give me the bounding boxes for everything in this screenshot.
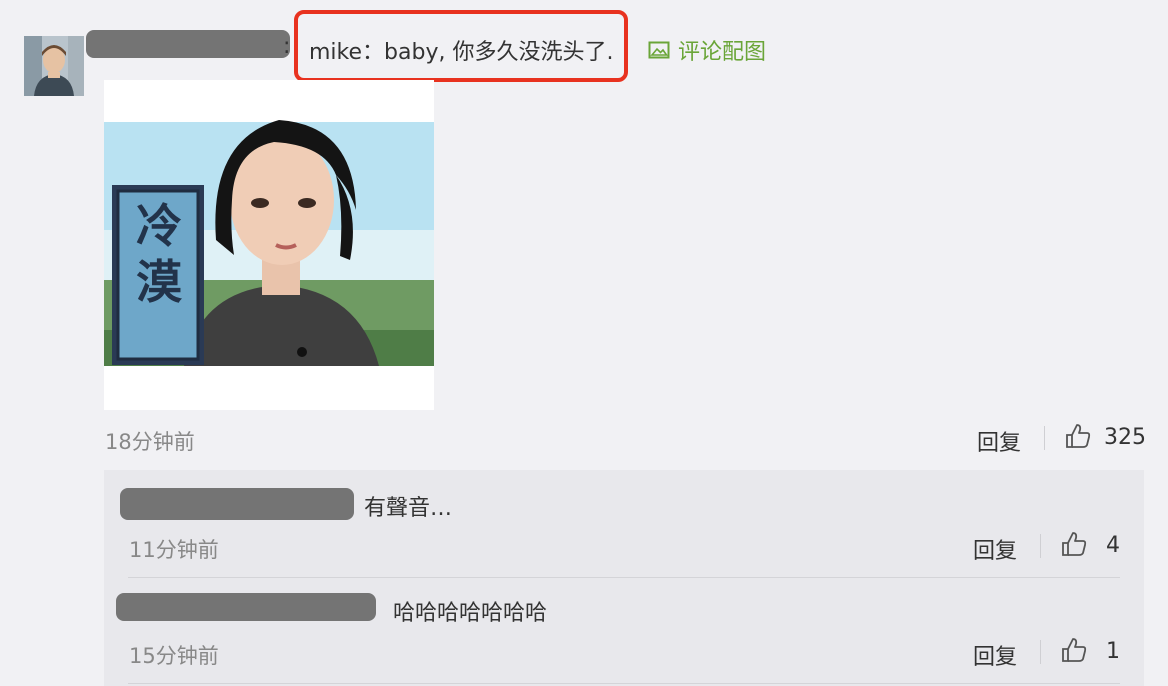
reply-divider <box>128 577 1120 578</box>
comment-picture-link[interactable]: 评论配图 <box>648 34 766 66</box>
reply-text: 哈哈哈哈哈哈哈 <box>393 601 548 626</box>
reply-time: 15分钟前 <box>129 644 219 668</box>
username-redacted[interactable] <box>86 30 290 58</box>
comment-time: 18分钟前 <box>105 430 195 454</box>
avatar[interactable] <box>24 36 84 96</box>
picture-caption: 冷漠 <box>136 199 182 309</box>
action-separator <box>1044 426 1045 450</box>
reply-button[interactable]: 回复 <box>973 533 1017 565</box>
reply-time: 11分钟前 <box>129 538 219 562</box>
thumbs-up-icon[interactable] <box>1060 530 1088 558</box>
thumbs-up-icon[interactable] <box>1060 636 1088 664</box>
reply-button[interactable]: 回复 <box>977 425 1021 457</box>
highlight-box <box>294 10 628 82</box>
action-separator <box>1040 534 1041 558</box>
name-separator: : <box>283 34 291 59</box>
action-separator <box>1040 640 1041 664</box>
comment-picture[interactable]: 冷漠 <box>104 80 434 410</box>
reply-divider <box>128 683 1120 684</box>
reply-text: 有聲音… <box>364 496 453 521</box>
like-count: 1 <box>1106 639 1120 664</box>
comment-picture-label: 评论配图 <box>678 40 767 65</box>
thumbs-up-icon[interactable] <box>1064 422 1092 450</box>
image-icon <box>648 40 670 60</box>
like-count: 4 <box>1106 533 1120 558</box>
reply-username-redacted[interactable] <box>120 488 354 520</box>
reply-button[interactable]: 回复 <box>973 639 1017 671</box>
reply-username-redacted[interactable] <box>116 593 376 621</box>
like-count: 325 <box>1104 425 1146 450</box>
